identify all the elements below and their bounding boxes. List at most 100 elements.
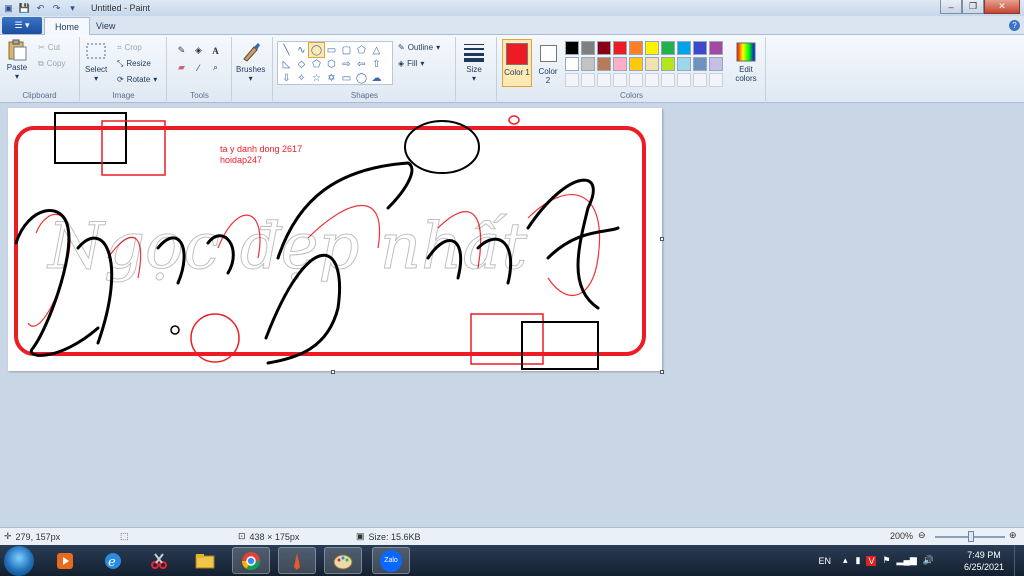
cloud-callout-shape-icon[interactable]: ☁ [369,71,384,85]
custom-color-slot[interactable] [661,73,675,87]
diamond-shape-icon[interactable]: ◇ [294,57,309,71]
maximize-button[interactable]: ❐ [962,0,984,14]
tab-home[interactable]: Home [44,17,91,35]
paint-app-icon[interactable]: ▣ [2,2,15,14]
zoom-in-button[interactable]: ⊕ [1009,530,1017,541]
show-desktop-button[interactable] [1014,545,1024,576]
resize-handle-bottom[interactable] [331,370,335,374]
network-signal-icon[interactable]: ▂▄▆ [897,555,917,566]
cut-button[interactable]: ✂ Cut [38,41,60,54]
palette-swatch[interactable] [661,41,675,55]
line-shape-icon[interactable]: ╲ [279,43,294,57]
rectangle-shape-icon[interactable]: ▭ [324,43,339,57]
fill-bucket-icon[interactable]: ◈ [191,43,206,58]
customize-qat-icon[interactable]: ▾ [66,2,79,14]
chrome-taskbar-icon[interactable] [232,547,270,574]
palette-swatch[interactable] [677,57,691,71]
color2-button[interactable]: Color 2 [535,39,561,87]
polygon-shape-icon[interactable]: ⬠ [354,43,369,57]
custom-color-slot[interactable] [645,73,659,87]
select-dropdown-icon[interactable]: ▾ [94,74,98,83]
resize-button[interactable]: ⤡ Resize [117,57,151,70]
select-button[interactable]: Select ▾ [85,41,107,83]
palette-swatch[interactable] [613,57,627,71]
palette-swatch[interactable] [709,57,723,71]
paste-button[interactable]: Paste ▾ [6,39,28,81]
palette-swatch[interactable] [693,57,707,71]
oval-callout-shape-icon[interactable]: ◯ [354,71,369,85]
five-point-star-shape-icon[interactable]: ☆ [309,71,324,85]
pencil-icon[interactable]: ✎ [174,43,189,58]
palette-swatch[interactable] [565,57,579,71]
zoom-slider-thumb[interactable] [968,531,974,542]
custom-color-slot[interactable] [581,73,595,87]
custom-color-slot[interactable] [693,73,707,87]
hexagon-shape-icon[interactable]: ⬡ [324,57,339,71]
zalo-taskbar-icon[interactable]: Zalo [372,547,410,574]
antivirus-tray-icon[interactable]: V [866,555,877,566]
triangle-shape-icon[interactable]: △ [369,43,384,57]
palette-swatch[interactable] [661,57,675,71]
media-player-taskbar-icon[interactable] [46,547,84,574]
paste-dropdown-icon[interactable]: ▾ [15,72,19,81]
color1-button[interactable]: Color 1 [502,39,532,87]
up-arrow-shape-icon[interactable]: ⇧ [369,57,384,71]
palette-swatch[interactable] [629,57,643,71]
pentagon-shape-icon[interactable]: ⬠ [309,57,324,71]
action-center-icon[interactable]: ⚑ [882,555,890,566]
volume-icon[interactable]: 🔊 [923,555,934,566]
magnifier-icon[interactable]: ⌕ [208,60,223,75]
palette-swatch[interactable] [597,41,611,55]
tab-view[interactable]: View [86,17,125,35]
palette-swatch[interactable] [709,41,723,55]
palette-swatch[interactable] [693,41,707,55]
palette-swatch[interactable] [645,41,659,55]
four-point-star-shape-icon[interactable]: ✧ [294,71,309,85]
rounded-callout-shape-icon[interactable]: ▭ [339,71,354,85]
palette-swatch[interactable] [565,41,579,55]
snipping-tool-taskbar-icon[interactable] [140,547,178,574]
taskbar-clock[interactable]: 7:49 PM 6/25/2021 [964,549,1004,573]
edit-colors-button[interactable]: Edit colors [730,41,762,83]
resize-handle-right[interactable] [660,237,664,241]
rounded-rectangle-shape-icon[interactable]: ▢ [339,43,354,57]
palette-swatch[interactable] [581,41,595,55]
file-explorer-taskbar-icon[interactable] [186,547,224,574]
custom-color-slot[interactable] [565,73,579,87]
help-icon[interactable]: ? [1009,20,1020,31]
tray-app-icon[interactable]: ▮ [856,555,861,566]
zoom-out-button[interactable]: ⊖ [918,530,926,541]
show-hidden-icons-icon[interactable]: ▴ [843,555,848,566]
text-tool-icon[interactable]: A [208,43,223,58]
size-button[interactable]: Size ▾ [463,41,485,83]
palette-swatch[interactable] [581,57,595,71]
start-button[interactable] [4,546,34,576]
copy-button[interactable]: ⧉ Copy [38,57,65,70]
six-point-star-shape-icon[interactable]: ✡ [324,71,339,85]
eraser-icon[interactable]: ▰ [174,60,189,75]
outline-button[interactable]: ✎ Outline ▾ [398,41,440,54]
palette-swatch[interactable] [645,57,659,71]
oval-shape-icon[interactable]: ◯ [308,42,325,58]
undo-icon[interactable]: ↶ [34,2,47,14]
left-arrow-shape-icon[interactable]: ⇦ [354,57,369,71]
rotate-button[interactable]: ⟳ Rotate ▾ [117,73,157,86]
brushes-button[interactable]: Brushes ▾ [236,41,265,83]
internet-explorer-taskbar-icon[interactable]: e [94,547,132,574]
pencil-app-taskbar-icon[interactable] [278,547,316,574]
custom-color-slot[interactable] [613,73,627,87]
save-icon[interactable]: 💾 [18,2,31,14]
fill-button[interactable]: ◈ Fill ▾ [398,57,424,70]
language-indicator[interactable]: EN [818,556,831,566]
right-arrow-shape-icon[interactable]: ⇨ [339,57,354,71]
resize-handle-corner[interactable] [660,370,664,374]
minimize-button[interactable]: – [940,0,962,14]
crop-button[interactable]: ⌗ Crop [117,41,142,54]
custom-color-slot[interactable] [629,73,643,87]
custom-color-slot[interactable] [597,73,611,87]
palette-swatch[interactable] [597,57,611,71]
custom-color-slot[interactable] [709,73,723,87]
right-triangle-shape-icon[interactable]: ◺ [279,57,294,71]
down-arrow-shape-icon[interactable]: ⇩ [279,71,294,85]
redo-icon[interactable]: ↷ [50,2,63,14]
